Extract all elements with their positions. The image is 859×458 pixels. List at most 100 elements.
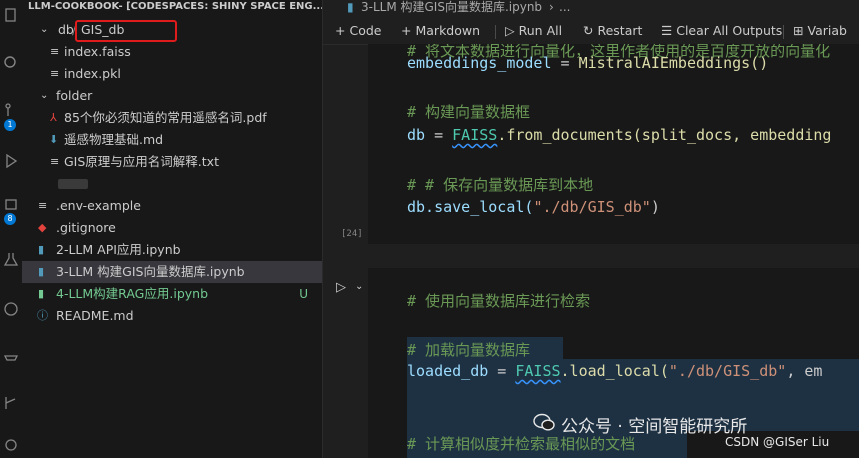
plus-icon: + (401, 23, 412, 38)
explorer-title: LLM-COOKBOOK- [CODESPACES: SHINY SPACE E… (28, 1, 322, 12)
search-icon[interactable] (2, 54, 20, 72)
code-line: embeddings_model = MistralAIEmbeddings() (407, 54, 768, 72)
code-comment: # 使用向量数据库进行检索 (407, 292, 591, 310)
chevron-down-icon: ⌄ (40, 24, 49, 35)
add-markdown-label: Markdown (415, 23, 481, 38)
tree-file-md[interactable]: ⬇ 遥感物理基础.md (22, 129, 322, 151)
source-control-icon[interactable] (2, 102, 20, 120)
file-lines-icon: ≡ (50, 67, 60, 80)
code-line: db.save_local("./db/GIS_db") (407, 198, 660, 216)
code-call: db.save_local( (407, 198, 534, 216)
code-var: db (407, 126, 426, 144)
extensions-icon[interactable] (2, 300, 20, 318)
variables-icon: ⊞ (793, 23, 804, 38)
run-all-label: Run All (518, 23, 563, 38)
docker-icon[interactable] (2, 346, 20, 364)
notebook-editor: ▮ 3-LLM 构建GIS向量数据库.ipynb › ... + Code + Ma… (323, 0, 859, 458)
toolbar-divider (495, 25, 496, 39)
breadcrumb: ▮ 3-LLM 构建GIS向量数据库.ipynb › ... (323, 0, 859, 16)
code-call: .from_documents(split_docs, embedding (497, 126, 832, 144)
code-comment: # 加载向量数据库 (407, 341, 531, 359)
run-cell-icon[interactable]: ▷ (336, 280, 346, 295)
info-icon: ⓘ (37, 309, 48, 322)
git-icon: ◆ (38, 221, 47, 234)
source-control-badge: 1 (4, 119, 16, 131)
notebook-toolbar: + Code + Markdown ▷ Run All ↻ Restart ☰ Clear… (323, 18, 859, 45)
file-label: 4-LLM构建RAG应用.ipynb (56, 286, 209, 301)
file-label: 3-LLM 构建GIS向量数据库.ipynb (56, 264, 245, 279)
clear-all-outputs-button[interactable]: ☰ Clear All Outputs (661, 23, 782, 38)
code-comment: # 构建向量数据框 (407, 103, 531, 121)
file-label: 2-LLM API应用.ipynb (56, 242, 181, 257)
run-all-button[interactable]: ▷ Run All (505, 23, 562, 38)
explorer-panel: LLM-COOKBOOK- [CODESPACES: SHINY SPACE E… (22, 0, 323, 458)
tree-file-llm-gis-db[interactable]: ▮ 3-LLM 构建GIS向量数据库.ipynb (22, 261, 322, 283)
file-lines-icon: ≡ (50, 155, 60, 168)
tree-file-llm-rag[interactable]: ▮ 4-LLM构建RAG应用.ipynb U (22, 283, 322, 305)
file-lines-icon: ≡ (50, 45, 60, 58)
tree-file-pdf[interactable]: ⅄ 85个你必须知道的常用遥感名词.pdf (22, 107, 322, 129)
file-label: index.faiss (64, 44, 131, 59)
plus-icon: + (335, 23, 346, 38)
code-op: , em (786, 362, 823, 380)
code-line: loaded_db = FAISS.load_local("./db/GIS_d… (407, 362, 822, 380)
chevron-down-icon[interactable]: ⌄ (355, 281, 363, 292)
chevron-down-icon: ⌄ (40, 90, 49, 101)
variables-button[interactable]: ⊞ Variab (793, 23, 847, 38)
variables-label: Variab (807, 23, 847, 38)
restart-button[interactable]: ↻ Restart (583, 23, 642, 38)
breadcrumb-more[interactable]: ... (559, 0, 570, 14)
add-code-label: Code (349, 23, 382, 38)
add-markdown-button[interactable]: + Markdown (401, 23, 480, 38)
timeline-icon[interactable] (2, 436, 20, 454)
remote-explorer-icon[interactable] (2, 196, 20, 214)
folder-label: folder (56, 88, 93, 103)
tree-file-index-faiss[interactable]: ≡ index.faiss (22, 41, 322, 63)
tree-file-llm-api[interactable]: ▮ 2-LLM API应用.ipynb (22, 239, 322, 261)
code-call: .load_local( (560, 362, 669, 380)
clear-all-label: Clear All Outputs (676, 23, 783, 38)
breadcrumb-file[interactable]: 3-LLM 构建GIS向量数据库.ipynb (361, 0, 542, 14)
code-op: = (488, 362, 516, 380)
code-op: = (551, 54, 579, 72)
run-debug-icon[interactable] (2, 152, 20, 170)
pdf-icon: ⅄ (50, 111, 57, 124)
add-code-button[interactable]: + Code (335, 23, 382, 38)
tree-file-index-pkl[interactable]: ≡ index.pkl (22, 63, 322, 85)
file-label: 遥感物理基础.md (64, 132, 164, 147)
extensions-badge: 8 (4, 213, 16, 225)
notebook-icon: ▮ (38, 243, 45, 256)
restart-label: Restart (597, 23, 643, 38)
tree-file-env-example[interactable]: ≡ .env-example (22, 195, 322, 217)
code-call: MistralAIEmbeddings() (578, 54, 769, 72)
code-op: ) (650, 198, 660, 216)
file-label: .gitignore (56, 220, 116, 235)
notebook-icon: ▮ (38, 265, 45, 278)
file-label: GIS原理与应用名词解释.txt (64, 154, 219, 169)
watermark-main: 公众号 · 空间智能研究所 (561, 417, 748, 437)
markdown-icon: ⬇ (49, 133, 59, 146)
restart-icon: ↻ (583, 23, 594, 38)
tree-file-txt[interactable]: ≡ GIS原理与应用名词解释.txt (22, 151, 322, 173)
testing-icon[interactable] (2, 250, 20, 268)
file-label: 85个你必须知道的常用遥感名词.pdf (64, 110, 267, 125)
code-line: db = FAISS.from_documents(split_docs, em… (407, 126, 831, 144)
code-var: embeddings_model (407, 54, 552, 72)
tree-file-readme[interactable]: ⓘ README.md (22, 305, 322, 327)
git-graph-icon[interactable] (2, 394, 20, 412)
blurred-item (58, 179, 88, 189)
breadcrumb-chevron-icon: › (549, 0, 554, 14)
explorer-icon[interactable] (2, 6, 20, 24)
code-class: FAISS (515, 362, 561, 380)
code-var: loaded_db (407, 362, 489, 380)
notebook-icon: ▮ (347, 0, 354, 14)
notebook-icon: ▮ (38, 287, 45, 300)
tree-folder-folder[interactable]: ⌄ folder (22, 85, 322, 107)
code-op: = (425, 126, 453, 144)
file-label: .env-example (56, 198, 141, 213)
toolbar-divider (783, 25, 784, 39)
execution-count: [24] (341, 229, 363, 239)
file-label: index.pkl (64, 66, 121, 81)
tree-file-gitignore[interactable]: ◆ .gitignore (22, 217, 322, 239)
watermark-sub: CSDN @GISer Liu (725, 435, 830, 449)
